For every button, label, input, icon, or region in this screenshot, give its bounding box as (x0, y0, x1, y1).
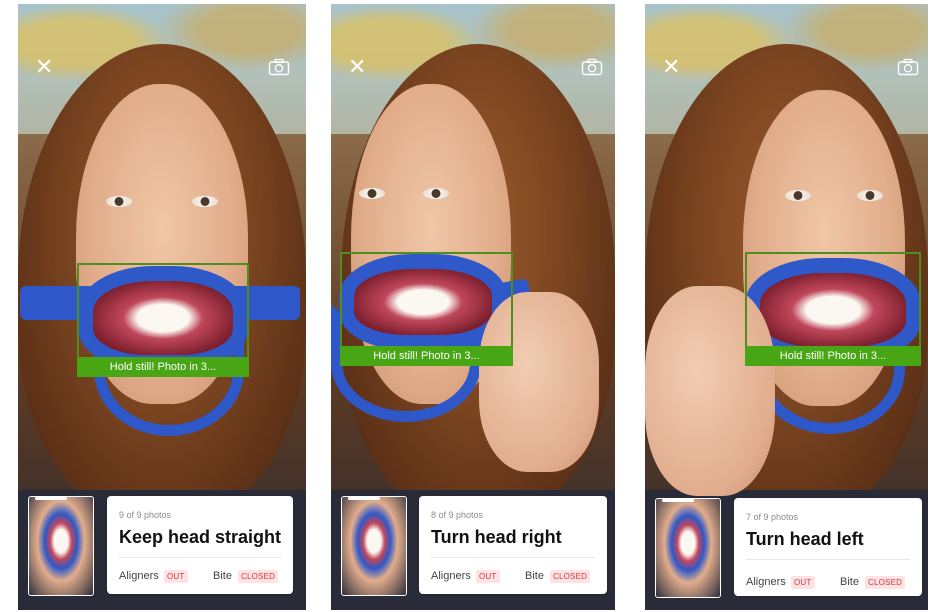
pose-instruction: Turn head right (431, 527, 562, 547)
close-icon[interactable]: ✕ (35, 56, 53, 78)
left-eye (106, 196, 132, 207)
aligners-label: Aligners (746, 576, 786, 588)
camera-screen-straight: ✕ Hold still! Photo in 3... 9 of 9 photo… (18, 4, 306, 610)
previous-photo-thumbnail[interactable] (655, 498, 721, 598)
right-eye (857, 190, 883, 201)
instruction-card: 8 of 9 photos Turn head right Aligners O… (419, 496, 607, 594)
divider (431, 557, 595, 558)
camera-screen-left: ✕ Hold still! Photo in 3... 7 of 9 photo… (645, 4, 928, 610)
pose-instruction: Turn head left (746, 529, 864, 549)
photo-count: 7 of 9 photos (746, 512, 799, 522)
divider (746, 559, 910, 560)
bite-status-badge: CLOSED (238, 570, 279, 583)
thumbnail-progress (35, 497, 67, 500)
bite-label: Bite (525, 570, 544, 582)
bite-status-badge: CLOSED (865, 576, 906, 589)
bite-label: Bite (213, 570, 232, 582)
close-icon[interactable]: ✕ (348, 56, 366, 78)
instruction-card: 7 of 9 photos Turn head left Aligners OU… (734, 498, 922, 596)
right-eye (192, 196, 218, 207)
photo-count: 8 of 9 photos (431, 510, 484, 520)
aligners-status-badge: OUT (791, 576, 815, 589)
bite-label: Bite (840, 576, 859, 588)
close-icon[interactable]: ✕ (662, 56, 680, 78)
previous-photo-thumbnail[interactable] (28, 496, 94, 596)
thumbnail-progress (662, 499, 694, 502)
right-eye (423, 188, 449, 199)
aligners-status-badge: OUT (476, 570, 500, 583)
camera-switch-icon[interactable] (581, 58, 603, 76)
camera-switch-icon[interactable] (268, 58, 290, 76)
aligners-status-badge: OUT (164, 570, 188, 583)
bite-status-badge: CLOSED (550, 570, 591, 583)
hold-still-banner: Hold still! Photo in 3... (77, 357, 249, 377)
divider (119, 557, 281, 558)
camera-screen-right: ✕ Hold still! Photo in 3... 8 of 9 photo… (331, 4, 615, 610)
aligners-label: Aligners (431, 570, 471, 582)
hold-still-banner: Hold still! Photo in 3... (745, 346, 921, 366)
camera-switch-icon[interactable] (897, 58, 919, 76)
thumbnail-progress (348, 497, 380, 500)
hold-still-banner: Hold still! Photo in 3... (340, 346, 513, 366)
photo-count: 9 of 9 photos (119, 510, 172, 520)
aligners-label: Aligners (119, 570, 159, 582)
left-eye (359, 188, 385, 199)
pose-instruction: Keep head straight (119, 527, 282, 547)
left-eye (785, 190, 811, 201)
previous-photo-thumbnail[interactable] (341, 496, 407, 596)
instruction-card: 9 of 9 photos Keep head straight Aligner… (107, 496, 293, 594)
